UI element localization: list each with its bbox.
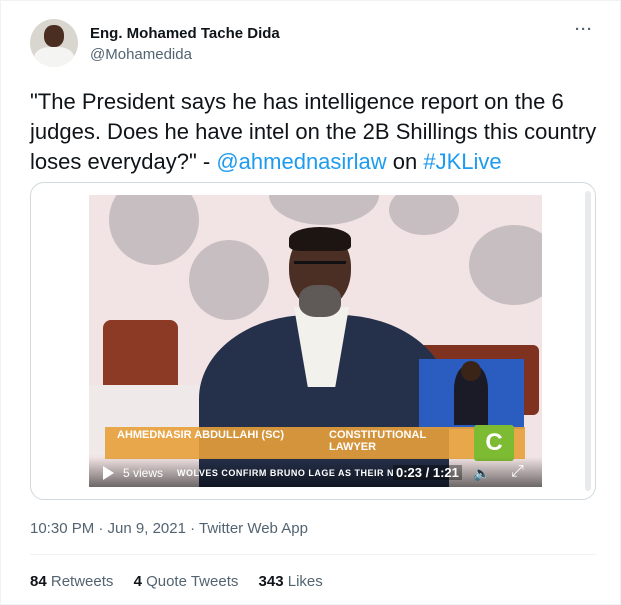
volume-icon[interactable]: 🔈 [473, 465, 490, 482]
tweet-text-middle: on [386, 149, 424, 174]
tweet-text: "The President says he has intelligence … [30, 87, 600, 177]
video-controls: 5 views WOLVES CONFIRM BRUNO LAGE AS THE… [89, 457, 542, 487]
speaker-glasses [294, 261, 346, 269]
view-count: 5 views [123, 466, 164, 480]
expand-icon[interactable]: ⤢ [511, 463, 524, 481]
channel-logo: C [474, 425, 514, 461]
background-dot [269, 195, 379, 225]
author-handle[interactable]: @Mohamedida [90, 46, 192, 63]
signer-head [461, 361, 481, 381]
avatar-shirt [34, 47, 74, 67]
author-name[interactable]: Eng. Mohamed Tache Dida [90, 25, 280, 42]
quotes-count: 4 [133, 573, 142, 590]
speaker-beard [299, 285, 341, 317]
background-dot [389, 195, 459, 235]
divider [30, 554, 596, 555]
speaker-hair [289, 227, 351, 251]
retweets-label: Retweets [50, 573, 114, 590]
likes-stat[interactable]: 343 Likes [259, 573, 323, 590]
background-dot [189, 240, 269, 320]
video-player[interactable]: AHMEDNASIR ABDULLAHI (SC) CONSTITUTIONAL… [89, 195, 542, 487]
media-container: AHMEDNASIR ABDULLAHI (SC) CONSTITUTIONAL… [30, 182, 596, 500]
tweet-card: Eng. Mohamed Tache Dida @Mohamedida ··· … [0, 0, 621, 605]
retweets-stat[interactable]: 84 Retweets [30, 573, 113, 590]
quotes-label: Quote Tweets [146, 573, 239, 590]
background-dot [469, 225, 542, 305]
quotes-stat[interactable]: 4 Quote Tweets [134, 573, 239, 590]
retweets-count: 84 [30, 573, 47, 590]
hashtag-link[interactable]: #JKLive [423, 149, 501, 174]
lower-third-title: CONSTITUTIONAL LAWYER [329, 429, 426, 453]
likes-label: Likes [287, 573, 323, 590]
likes-count: 343 [258, 573, 284, 590]
media-scrollbar[interactable] [585, 191, 591, 491]
video-time: 0:23 / 1:21 [393, 465, 462, 480]
tweet-timestamp[interactable]: 10:30 PM · Jun 9, 2021 · Twitter Web App [30, 520, 308, 537]
mention-link[interactable]: @ahmednasirlaw [216, 149, 386, 174]
avatar[interactable] [30, 19, 78, 67]
lower-third-name: AHMEDNASIR ABDULLAHI (SC) [117, 429, 285, 441]
news-ticker: WOLVES CONFIRM BRUNO LAGE AS THEIR N [177, 468, 394, 478]
more-horizontal-icon[interactable]: ··· [575, 21, 593, 38]
tweet-stats: 84 Retweets 4 Quote Tweets 343 Likes [30, 573, 339, 590]
play-icon[interactable] [103, 466, 114, 480]
avatar-face [44, 25, 64, 47]
background-dot [109, 195, 199, 265]
